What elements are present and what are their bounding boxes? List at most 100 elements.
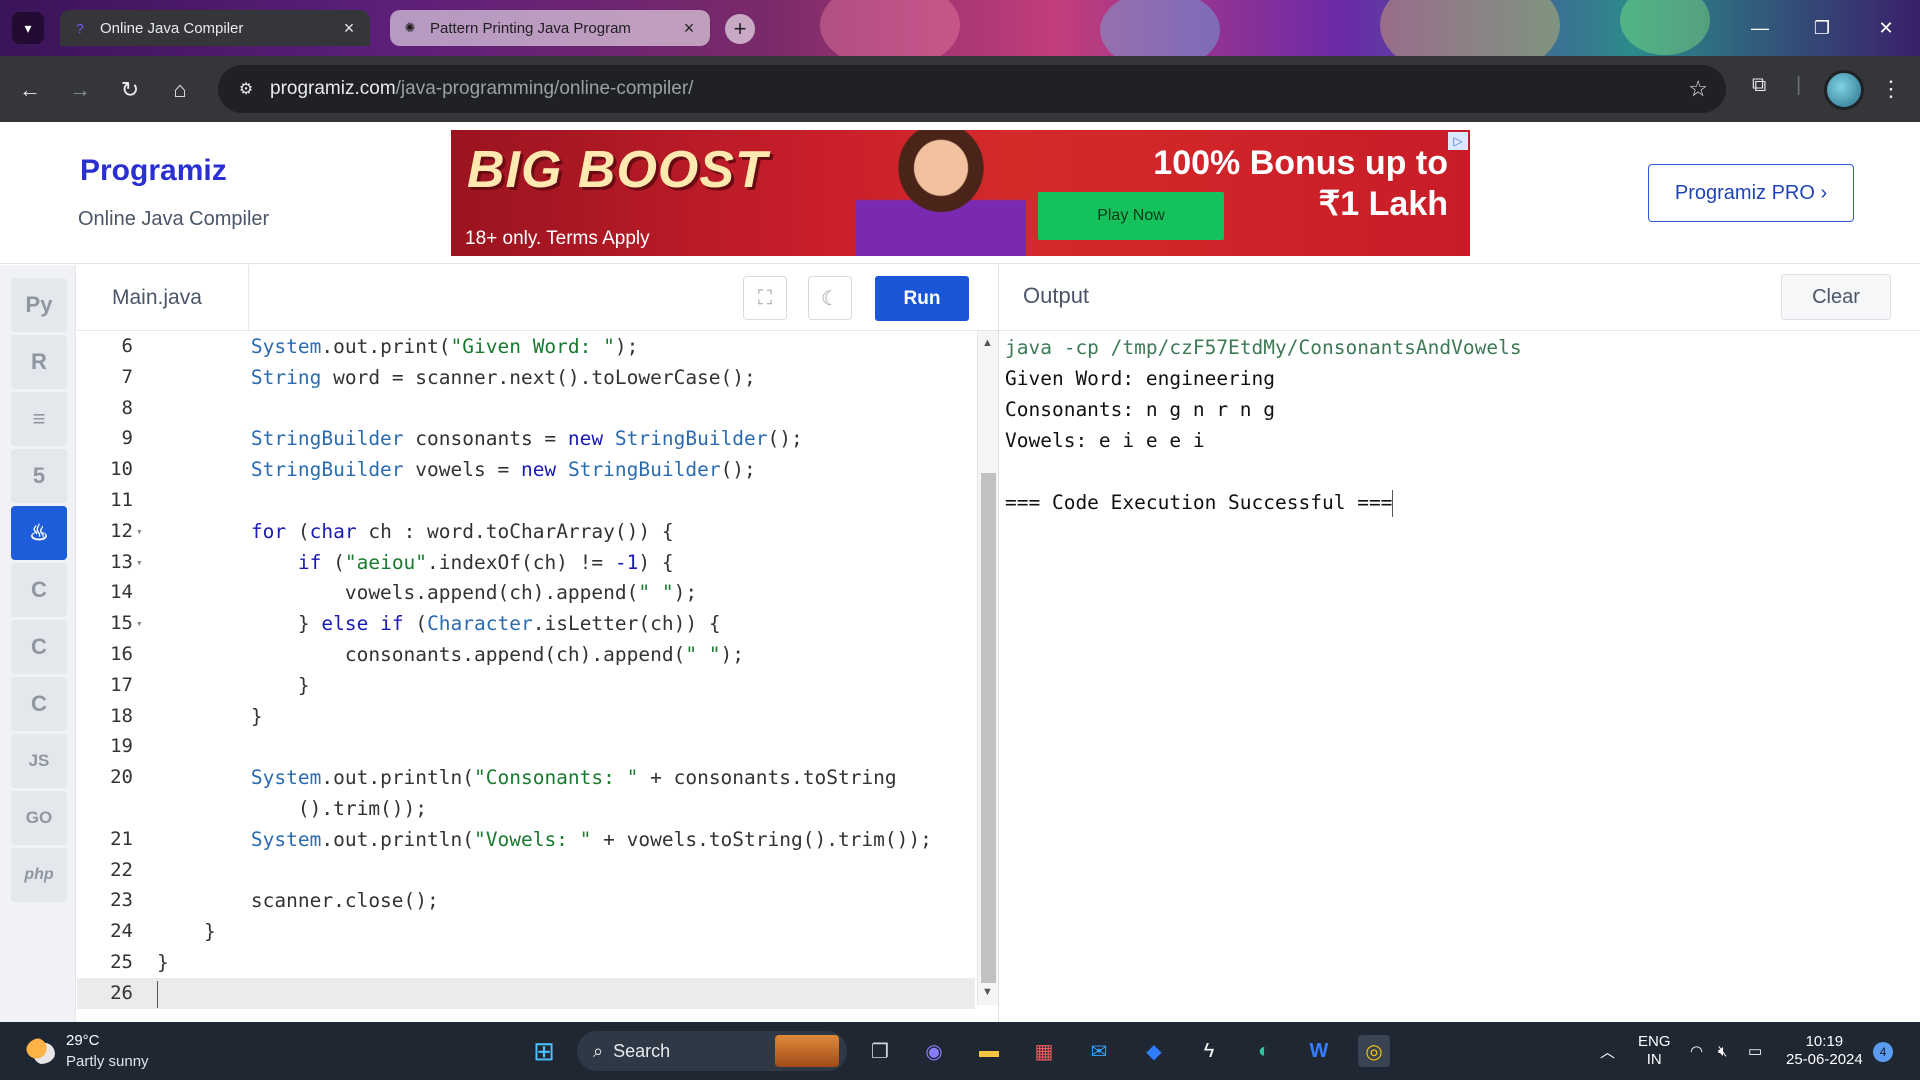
fold-toggle-icon[interactable]: ▾ [136, 516, 143, 547]
code-line[interactable]: 20 System.out.println("Consonants: " + c… [77, 762, 975, 793]
code-line[interactable]: 11 [77, 485, 975, 516]
code-line[interactable]: 12 ▾ for (char ch : word.toCharArray()) { [77, 516, 975, 547]
scroll-down-icon[interactable]: ▼ [982, 986, 993, 998]
scroll-up-icon[interactable]: ▲ [982, 337, 993, 349]
task-view-icon[interactable]: ❐ [864, 1035, 896, 1067]
sql-icon[interactable]: ≡ [11, 392, 67, 446]
code-text: } [157, 673, 310, 697]
code-line[interactable]: 23 scanner.close(); [77, 885, 975, 916]
dark-mode-icon[interactable]: ☾ [808, 276, 852, 320]
chrome-icon[interactable]: ◎ [1358, 1035, 1390, 1067]
output-console[interactable]: java -cp /tmp/czF57EtdMy/ConsonantsAndVo… [999, 331, 1920, 1022]
word-icon[interactable]: W [1303, 1035, 1335, 1067]
dropbox-icon[interactable]: ◆ [1138, 1035, 1170, 1067]
notification-badge[interactable]: 4 [1873, 1042, 1893, 1062]
code-line[interactable]: 16 consonants.append(ch).append(" "); [77, 639, 975, 670]
clock[interactable]: 10:19 25-06-2024 [1786, 1022, 1863, 1080]
code-text: System.out.println("Consonants: " + cons… [250, 766, 897, 790]
code-line[interactable]: 24 } [77, 916, 975, 947]
minimize-icon[interactable]: — [1740, 10, 1780, 46]
clear-button[interactable]: Clear [1781, 274, 1891, 320]
cpp-icon[interactable]: C [11, 620, 67, 674]
forward-icon[interactable]: → [64, 74, 96, 106]
edge-icon[interactable]: ◐ [1248, 1035, 1280, 1067]
windows-start-icon[interactable]: ⊞ [528, 1035, 560, 1067]
code-text: } [157, 951, 169, 974]
js-icon[interactable]: JS [11, 734, 67, 788]
chatgpt-favicon-icon: ✺ [404, 20, 416, 35]
weather-icon[interactable] [26, 1038, 56, 1064]
fold-toggle-icon[interactable]: ▾ [136, 547, 143, 578]
csharp-icon[interactable]: C [11, 677, 67, 731]
output-line: Given Word: engineering [1005, 367, 1276, 390]
home-icon[interactable]: ⌂ [164, 74, 196, 106]
toolbar-separator: | [1796, 74, 1802, 96]
programiz-logo[interactable]: Programiz [80, 154, 227, 188]
go-icon[interactable]: GO [11, 791, 67, 845]
back-icon[interactable]: ← [14, 74, 46, 106]
file-explorer-icon[interactable]: ▬ [973, 1035, 1005, 1067]
restore-icon[interactable]: ❐ [1802, 10, 1842, 46]
code-line[interactable]: 6 System.out.print("Given Word: "); [77, 331, 975, 362]
code-line[interactable]: ().trim()); [77, 793, 975, 824]
programiz-pro-button[interactable]: Programiz PRO › [1648, 164, 1854, 222]
tab-search-button[interactable]: ▾ [12, 12, 44, 44]
editor-scrollbar[interactable]: ▲ ▼ [977, 331, 998, 1005]
site-info-icon[interactable]: ⚙ [232, 79, 260, 99]
line-number: 26 [110, 981, 133, 1004]
close-tab-icon[interactable]: × [340, 18, 358, 39]
mail-icon[interactable]: ✉ [1083, 1035, 1115, 1067]
code-line[interactable]: 8 [77, 393, 975, 424]
browser-menu-icon[interactable]: ⋮ [1880, 76, 1902, 102]
taskbar-search[interactable]: ⌕ Search [577, 1031, 847, 1071]
bookmark-star-icon[interactable]: ☆ [1688, 76, 1708, 102]
code-text: System.out.print("Given Word: "); [250, 335, 639, 358]
extensions-icon[interactable]: ⧉ [1752, 74, 1766, 97]
close-tab-icon[interactable]: × [680, 18, 698, 39]
tab-online-java-compiler[interactable]: ? Online Java Compiler × [60, 10, 370, 46]
profile-avatar[interactable] [1824, 70, 1864, 110]
line-number: 14 [110, 581, 133, 604]
code-line[interactable]: 13 ▾ if ("aeiou".indexOf(ch) != -1) { [77, 547, 975, 578]
code-line[interactable]: 14 vowels.append(ch).append(" "); [77, 577, 975, 608]
php-icon[interactable]: php [11, 848, 67, 902]
r-icon[interactable]: R [11, 335, 67, 389]
fold-toggle-icon[interactable]: ▾ [136, 608, 143, 639]
wifi-icon[interactable]: ◠ [1690, 1022, 1703, 1080]
html-icon[interactable]: 5 [11, 449, 67, 503]
tab-pattern-printing[interactable]: ✺ Pattern Printing Java Program × [390, 10, 710, 46]
microsoft-store-icon[interactable]: ▦ [1028, 1035, 1060, 1067]
c-icon[interactable]: C [11, 563, 67, 617]
battery-icon[interactable]: ▭ [1748, 1022, 1762, 1080]
code-editor[interactable]: 6 System.out.print("Given Word: "); 7 Str… [77, 331, 998, 1022]
advertisement-banner[interactable]: BIG BOOST 18+ only. Terms Apply Play Now… [451, 130, 1470, 256]
scrollbar-thumb[interactable] [981, 473, 996, 983]
reload-icon[interactable]: ↻ [114, 74, 146, 106]
code-line[interactable]: 17 } [77, 670, 975, 701]
code-line[interactable]: 22 [77, 855, 975, 886]
fullscreen-icon[interactable]: ⛶ [743, 276, 787, 320]
file-tab-main-java[interactable]: Main.java [77, 265, 249, 331]
show-hidden-icons[interactable]: ︿ [1600, 1022, 1615, 1080]
address-bar[interactable]: ⚙ programiz.com/java-programming/online-… [218, 65, 1726, 113]
code-line[interactable]: 26 [77, 977, 975, 1009]
code-line[interactable]: 7 String word = scanner.next().toLowerCa… [77, 362, 975, 393]
code-line[interactable]: 10 StringBuilder vowels = new StringBuil… [77, 454, 975, 485]
code-line[interactable]: 15 ▾ } else if (Character.isLetter(ch)) { [77, 608, 975, 639]
code-line[interactable]: 9 StringBuilder consonants = new StringB… [77, 423, 975, 454]
python-icon[interactable]: Py [11, 278, 67, 332]
teams-chat-icon[interactable]: ◉ [918, 1035, 950, 1067]
language-indicator[interactable]: ENG IN [1638, 1022, 1671, 1080]
lightning-app-icon[interactable]: ϟ [1193, 1035, 1225, 1067]
java-icon[interactable]: ♨ [11, 506, 67, 560]
ad-play-now-button[interactable]: Play Now [1038, 192, 1224, 240]
code-line[interactable]: 21 System.out.println("Vowels: " + vowel… [77, 824, 975, 855]
code-line[interactable]: 19 [77, 731, 975, 762]
code-line[interactable]: 18 } [77, 701, 975, 732]
adchoices-icon[interactable]: ▷ [1448, 132, 1468, 150]
run-button[interactable]: Run [875, 276, 969, 321]
code-line[interactable]: 25} [77, 947, 975, 978]
new-tab-button[interactable]: + [725, 14, 755, 44]
close-window-icon[interactable]: ✕ [1866, 10, 1906, 46]
volume-muted-icon[interactable]: 🔇︎ [1718, 1022, 1727, 1080]
